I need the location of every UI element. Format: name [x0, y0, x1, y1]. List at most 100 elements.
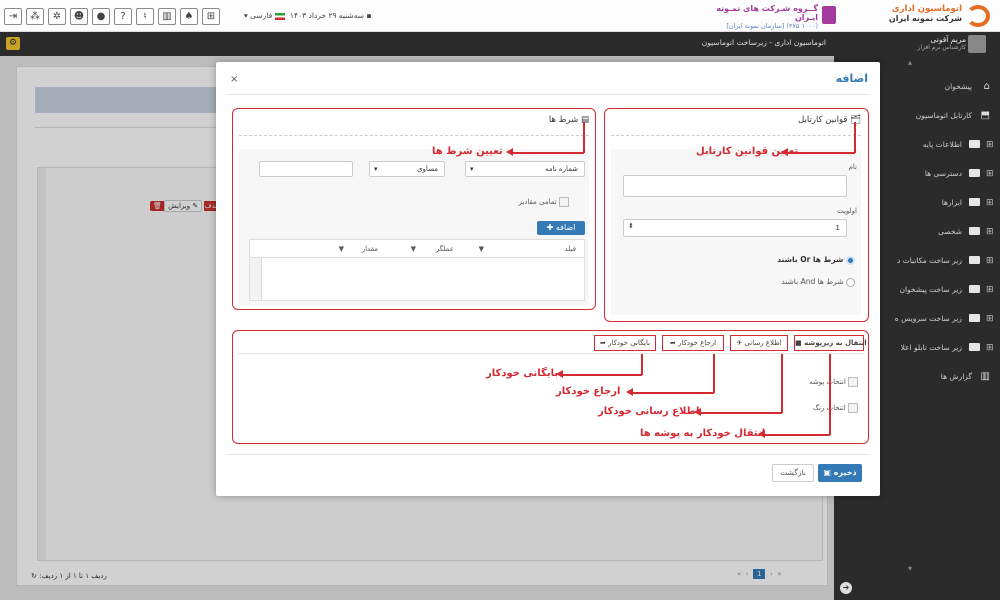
language-select[interactable]: فارسی ▾ — [244, 11, 285, 20]
user-bar: ⚙ اتوماسیون اداری - زیرساخت اتوماسیون مر… — [0, 32, 1000, 56]
name-label: نام — [848, 163, 857, 171]
folder-icon — [965, 283, 980, 297]
flag-icon — [274, 12, 285, 20]
tools-icon[interactable]: ⚙ — [6, 37, 20, 50]
sidebar-item-label: دسترسی ها — [924, 169, 962, 178]
tab-move-to-subfolder[interactable]: ■ انتقال به زیرپوشه — [794, 335, 867, 351]
archive-icon: ➦ — [599, 339, 606, 347]
user-info[interactable]: مریم آقوتی کارشناس نرم افزار — [876, 35, 967, 51]
sidebar-scroll-down-icon[interactable]: ▾ — [908, 564, 912, 573]
users-icon[interactable]: ☻ — [70, 8, 88, 25]
all-values-checkbox[interactable]: تمامی مقادیر — [518, 197, 569, 207]
logout-icon[interactable]: ⇥ — [4, 8, 22, 25]
company-logo-icon — [966, 5, 990, 27]
annotation-line — [700, 412, 782, 414]
arrow-icon — [506, 148, 513, 156]
chevron-down-icon: ▾ — [470, 165, 474, 173]
checkbox-icon[interactable] — [848, 377, 858, 387]
expand-icon[interactable]: ⊞ — [986, 138, 994, 152]
microphone-icon[interactable]: ♮ — [136, 8, 154, 25]
expand-icon[interactable]: ⊞ — [986, 167, 994, 181]
folder-icon — [965, 138, 980, 152]
rules-divider — [611, 135, 861, 136]
date-text: سه‌شنبه ۲۹ خرداد ۱۴۰۳ — [290, 11, 365, 20]
operator-select-value: مساوی — [417, 165, 438, 173]
annotation-line — [713, 354, 715, 393]
operator-select[interactable]: ▾ مساوی — [369, 161, 445, 177]
spinner-icon[interactable]: ⬍ — [628, 222, 634, 230]
tab-notify[interactable]: ✈ اطلاع رسانی — [730, 335, 788, 351]
company-block: اتوماسیون اداری شرکت نمونه ایران — [872, 4, 962, 23]
expand-icon[interactable]: ⊞ — [986, 196, 994, 210]
tab-auto-refer[interactable]: ➦ ارجاع خودکار — [662, 335, 724, 351]
annotation-line — [632, 392, 714, 394]
bell-icon[interactable]: ♠ — [180, 8, 198, 25]
sidebar-item-label: شخصی — [938, 227, 962, 236]
network-icon[interactable]: ⊞ — [202, 8, 220, 25]
radio-and[interactable]: شرط ها And باشند — [781, 277, 855, 287]
arrow-icon — [758, 430, 765, 438]
folder-select-checkbox[interactable]: انتخاب پوشه — [809, 377, 858, 387]
folder-icon: ■ — [795, 339, 802, 347]
add-condition-button[interactable]: ✚ اضافه — [537, 221, 585, 235]
actions-panel: ■ انتقال به زیرپوشه ✈ اطلاع رسانی ➦ ارجا… — [232, 330, 869, 444]
radio-unchecked-icon[interactable] — [846, 277, 855, 287]
annotation-line — [641, 354, 643, 375]
filter-icon[interactable]: ▼ — [479, 245, 484, 253]
expand-icon[interactable]: ⊞ — [986, 312, 994, 326]
breadcrumb: اتوماسیون اداری - زیرساخت اتوماسیون — [701, 38, 826, 47]
company-name: شرکت نمونه ایران — [888, 14, 962, 23]
arrow-icon — [781, 148, 788, 156]
expand-icon[interactable]: ⊞ — [986, 341, 994, 355]
brand-group-title: گــروه شـرکت های نمـونه ایـران — [716, 4, 818, 22]
table-scrollbar[interactable] — [250, 258, 262, 300]
expand-icon[interactable]: ⊞ — [986, 254, 994, 268]
name-input[interactable] — [623, 175, 847, 197]
tab-notify-label: اطلاع رسانی — [744, 339, 782, 347]
sidebar-scroll-up-icon[interactable]: ▴ — [908, 58, 912, 67]
filter-icon[interactable]: ▼ — [339, 245, 344, 253]
radio-or[interactable]: شرط ها Or باشند — [777, 255, 855, 265]
top-bar: ⇥ ⁂ ✲ ☻ ● ? ♮ ▥ ♠ ⊞ فارسی ▾ ▪ سه‌شنبه ۲۹… — [0, 0, 1000, 32]
conditions-panel: ▤ شرط ها ▾ شماره نامه ▾ مساوی تمامی مقاد… — [232, 108, 596, 310]
checkbox-icon[interactable] — [848, 403, 858, 413]
settings-icon[interactable]: ✲ — [48, 8, 66, 25]
annotation-line — [562, 374, 642, 376]
save-button[interactable]: ▣ ذخیره — [818, 464, 862, 482]
date-display: ▪ سه‌شنبه ۲۹ خرداد ۱۴۰۳ — [290, 11, 372, 20]
brand-group-sub: (۱۰۰۰ ۴۷۵) [سازمان نمونه ایران] — [726, 22, 818, 30]
help-icon[interactable]: ? — [114, 8, 132, 25]
radio-checked-icon[interactable] — [846, 255, 855, 265]
chevron-down-icon: ▾ — [374, 165, 378, 173]
collapse-sidebar-icon[interactable]: ➔ — [840, 582, 852, 594]
checkbox-icon[interactable] — [559, 197, 569, 207]
add-modal: × اضافه 🗂 قوانین کارتابل نام اولویت ⬍ 1 … — [216, 62, 880, 496]
folder-icon — [965, 196, 980, 210]
chat-icon[interactable]: ● — [92, 8, 110, 25]
annotation-line — [781, 354, 783, 413]
inbox-icon: ⬒ — [980, 110, 990, 121]
field-select[interactable]: ▾ شماره نامه — [465, 161, 585, 177]
color-select-checkbox[interactable]: انتخاب رنگ — [813, 403, 858, 413]
inbox-icon: 🗂 — [850, 115, 861, 125]
col-operator: عملگر — [435, 245, 454, 253]
rules-panel-header: 🗂 قوانین کارتابل — [611, 115, 861, 125]
chart-icon[interactable]: ▥ — [158, 8, 176, 25]
conditions-table-header: فیلد ▼ عملگر ▼ مقدار ▼ — [250, 240, 584, 258]
expand-icon[interactable]: ⊞ — [986, 283, 994, 297]
calendar-icon: ▪ — [366, 11, 372, 20]
language-label: فارسی — [250, 11, 273, 20]
sidebar-item-label: گزارش ها — [940, 372, 972, 381]
expand-icon[interactable]: ⊞ — [986, 225, 994, 239]
avatar[interactable] — [968, 35, 986, 53]
folder-icon — [965, 167, 980, 181]
priority-input[interactable]: ⬍ 1 — [623, 219, 847, 237]
sitemap-icon[interactable]: ⁂ — [26, 8, 44, 25]
back-button[interactable]: بازگشت — [772, 464, 814, 482]
tab-auto-archive[interactable]: ➦ بایگانی خودکار — [594, 335, 656, 351]
value-input[interactable] — [259, 161, 353, 177]
annotation-auto-refer: ارجاع خودکار — [556, 386, 621, 397]
close-icon[interactable]: × — [230, 74, 238, 85]
filter-icon[interactable]: ▼ — [411, 245, 416, 253]
conditions-table: فیلد ▼ عملگر ▼ مقدار ▼ — [249, 239, 585, 301]
